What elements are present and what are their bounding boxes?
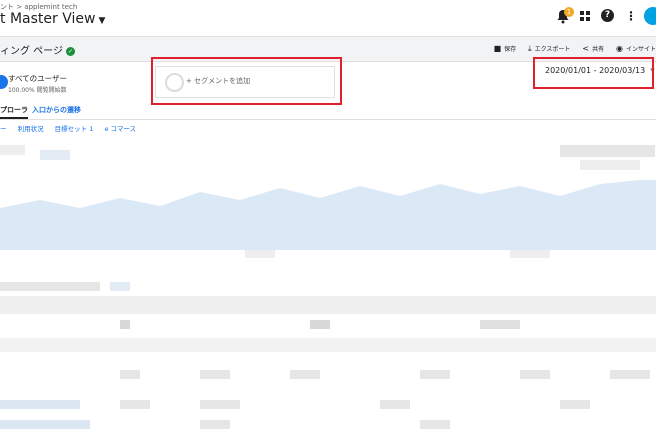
tab-bar: プローラ 入口からの遷移 (0, 102, 656, 120)
subtab-ecommerce[interactable]: e コマース (104, 125, 136, 133)
table-cell (0, 338, 656, 352)
report-actions: ■ 保存 ⤓ エクスポート < 共有 ◉ インサイト (484, 44, 656, 54)
subtab-summary[interactable]: ー (0, 125, 7, 133)
highlight-box-date (533, 57, 654, 89)
table-row (0, 400, 656, 410)
table-cell (200, 400, 240, 409)
verified-check-icon: ✓ (65, 46, 75, 56)
save-icon: ■ (493, 44, 502, 53)
share-icon: < (582, 44, 590, 53)
segment-sub: 100.00% 閲覧開始数 (8, 87, 67, 94)
table-cell (0, 420, 90, 429)
table-cell (0, 400, 80, 409)
view-selector[interactable]: t Master View ▼ (0, 11, 105, 27)
account-icon[interactable] (644, 7, 656, 25)
export-button[interactable]: ⤓ エクスポート (528, 44, 570, 54)
table-row (0, 420, 656, 430)
tab-entrance-paths[interactable]: 入口からの遷移 (32, 105, 81, 115)
table-cell (310, 320, 330, 329)
table-cell (120, 370, 140, 379)
table-row (0, 296, 656, 314)
table-cell (200, 370, 230, 379)
table-row (0, 320, 656, 330)
help-icon[interactable]: ? (601, 9, 614, 22)
chart-blur-block (40, 150, 70, 160)
table-cell (0, 296, 656, 314)
segment-color-dot (0, 75, 8, 89)
table-cell (120, 320, 130, 329)
table-cell (290, 370, 320, 379)
page-title: ィング ページ (0, 46, 63, 57)
active-tab-indicator (0, 117, 28, 119)
save-label: 保存 (504, 46, 517, 53)
share-label: 共有 (592, 46, 605, 53)
subtab-goal-set[interactable]: 目標セット 1 (55, 125, 94, 133)
insight-icon: ◉ (616, 44, 623, 53)
table-cell (200, 420, 230, 429)
chart-blur-block (580, 160, 640, 170)
table-cell (110, 282, 130, 291)
share-button[interactable]: < 共有 (582, 44, 604, 53)
apps-grid-icon[interactable] (580, 11, 590, 21)
subtab-usage[interactable]: 利用状況 (18, 125, 44, 133)
chart-area-fill (0, 180, 656, 250)
chart-blur-block (245, 250, 275, 258)
table-cell (560, 400, 590, 409)
segment-all-users[interactable]: すべてのユーザー 100.00% 閲覧開始数 (0, 66, 140, 100)
table-cell (420, 370, 450, 379)
table-row (0, 370, 656, 380)
table-row (0, 282, 656, 292)
insight-label: インサイト (625, 46, 656, 53)
tab-explorer[interactable]: プローラ (0, 105, 28, 115)
highlight-box-segment (151, 57, 342, 105)
download-icon: ⤓ (528, 44, 532, 53)
more-vert-icon[interactable]: ⋮ (625, 9, 637, 23)
save-button[interactable]: ■ 保存 (494, 44, 517, 53)
table-cell (0, 282, 100, 291)
view-title: t Master View (0, 11, 96, 27)
chart-blur-block (510, 250, 550, 258)
export-label: エクスポート (534, 46, 571, 53)
chart-blur-block (560, 145, 655, 157)
table-cell (480, 320, 520, 329)
blurred-chart-area (0, 145, 656, 258)
subtab-bar: ー 利用状況 目標セット 1 e コマース (0, 123, 145, 133)
table-cell (610, 370, 650, 379)
top-bar: ント > applemint tech t Master View ▼ 1 ? ⋮ (0, 0, 656, 36)
report-title-wrap: ィング ページ ✓ (0, 42, 75, 57)
table-cell (520, 370, 550, 379)
table-cell (120, 400, 150, 409)
notification-badge: 1 (564, 7, 574, 17)
chart-blur-block (0, 145, 25, 155)
caret-down-icon: ▼ (98, 16, 106, 26)
table-cell (380, 400, 410, 409)
insight-button[interactable]: ◉ インサイト (616, 44, 656, 53)
table-row (0, 338, 656, 352)
segment-name: すべてのユーザー (8, 74, 68, 83)
table-cell (420, 420, 450, 429)
